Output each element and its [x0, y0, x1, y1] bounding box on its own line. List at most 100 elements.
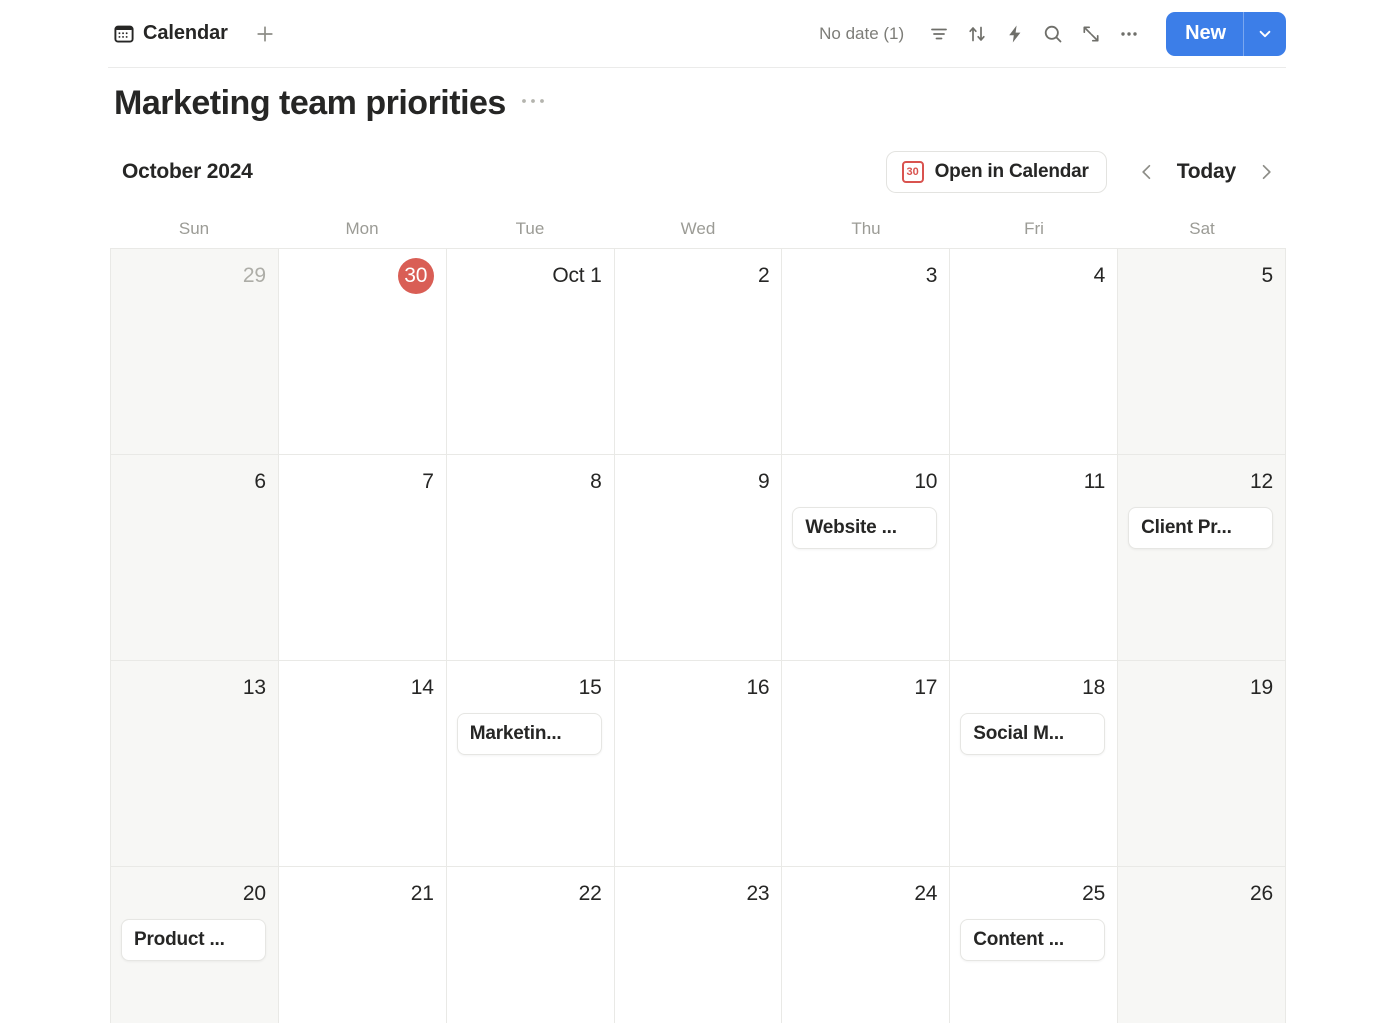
- weekday-label-fri: Fri: [1024, 219, 1044, 238]
- calendar-day-cell[interactable]: 14: [278, 661, 447, 867]
- calendar-day-cell[interactable]: 23: [614, 867, 783, 1023]
- calendar-day-cell[interactable]: 7: [278, 455, 447, 661]
- day-number: 12: [1250, 470, 1273, 493]
- day-number: 26: [1250, 882, 1273, 905]
- calendar-day-cell[interactable]: 2: [614, 249, 783, 455]
- month-label: October 2024: [122, 160, 253, 183]
- event-chip[interactable]: Client Pr...: [1128, 507, 1273, 549]
- calendar-day-cell[interactable]: 24: [782, 867, 951, 1023]
- day-number-row: 14: [289, 671, 434, 705]
- calendar-day-cell[interactable]: 13: [111, 661, 279, 867]
- toolbar-actions: No date (1) New: [809, 11, 1286, 56]
- calendar-day-cell[interactable]: 11: [950, 455, 1119, 661]
- day-number-row: 3: [792, 259, 938, 293]
- new-button-label: New: [1185, 22, 1226, 44]
- day-number: 22: [578, 882, 602, 905]
- calendar-day-cell[interactable]: 4: [950, 249, 1119, 455]
- no-date-button[interactable]: No date (1): [809, 18, 914, 50]
- event-chip[interactable]: Website ...: [792, 507, 938, 549]
- day-number: 14: [410, 676, 434, 699]
- event-chip[interactable]: Social M...: [960, 713, 1106, 755]
- day-number: 25: [1082, 882, 1106, 905]
- event-chip[interactable]: Product ...: [121, 919, 266, 961]
- day-number-row: 8: [457, 465, 602, 499]
- day-number: 17: [914, 676, 938, 699]
- event-list: Marketin...: [456, 713, 602, 755]
- calendar-day-cell[interactable]: 5: [1118, 249, 1286, 455]
- day-number-row: 2: [625, 259, 770, 293]
- today-button[interactable]: Today: [1167, 154, 1246, 190]
- day-number: 13: [242, 676, 266, 699]
- day-number-row: 11: [960, 465, 1106, 499]
- sort-icon[interactable]: [958, 15, 996, 53]
- weekday-label-tue: Tue: [515, 219, 545, 238]
- calendar-day-cell[interactable]: 19: [1118, 661, 1286, 867]
- calendar-day-cell[interactable]: 20 Product ...: [111, 867, 279, 1023]
- calendar-grid: 29 30 Oct 1 2 3 4 5 6 7 8 9 10 Website ... 11 12 Client…: [110, 248, 1286, 1023]
- calendar-day-cell[interactable]: 21: [278, 867, 447, 1023]
- ellipsis-icon[interactable]: [1110, 15, 1148, 53]
- day-number: 23: [746, 882, 770, 905]
- calendar-icon: [114, 24, 134, 44]
- calendar-day-cell[interactable]: 9: [614, 455, 783, 661]
- day-number: 9: [757, 470, 770, 493]
- tab-calendar-label: Calendar: [143, 22, 228, 44]
- calendar-day-cell[interactable]: 10 Website ...: [782, 455, 951, 661]
- calendar-page: Calendar No date (1) New Marketing team …: [0, 0, 1400, 1023]
- tab-calendar[interactable]: Calendar: [108, 18, 234, 49]
- calendar-day-cell[interactable]: 17: [782, 661, 951, 867]
- event-list: Product ...: [121, 919, 266, 961]
- day-number: 24: [914, 882, 938, 905]
- weekday-header-row: Sun Mon Tue Wed Thu Fri Sat: [110, 210, 1286, 248]
- day-number-today: 30: [397, 258, 434, 294]
- plus-icon[interactable]: [250, 19, 280, 49]
- event-list: Content ...: [960, 919, 1106, 961]
- calendar-day-cell[interactable]: 12 Client Pr...: [1118, 455, 1286, 661]
- day-number-row: 30: [289, 258, 434, 294]
- top-toolbar: Calendar No date (1) New: [108, 0, 1286, 68]
- calendar-day-cell[interactable]: 3: [782, 249, 951, 455]
- weekday-label-thu: Thu: [851, 219, 881, 238]
- day-number-row: 19: [1128, 671, 1273, 705]
- new-button[interactable]: New: [1166, 11, 1286, 56]
- calendar-day-cell[interactable]: 22: [446, 867, 615, 1023]
- day-number: 16: [746, 676, 770, 699]
- calendar-day-cell[interactable]: 25 Content ...: [950, 867, 1119, 1023]
- day-number: 7: [422, 470, 434, 493]
- day-number-row: 4: [960, 259, 1106, 293]
- calendar-day-cell[interactable]: 30: [278, 249, 447, 455]
- day-number-row: 5: [1128, 259, 1274, 293]
- expand-collapse-icon[interactable]: [1072, 15, 1110, 53]
- page-title: Marketing team priorities: [114, 84, 506, 122]
- chevron-right-icon[interactable]: [1246, 152, 1286, 192]
- event-chip[interactable]: Marketin...: [456, 713, 602, 755]
- event-chip[interactable]: Content ...: [960, 919, 1106, 961]
- day-number-row: 7: [289, 465, 434, 499]
- calendar-day-cell[interactable]: 26: [1118, 867, 1286, 1023]
- day-number-row: 29: [121, 259, 266, 293]
- calendar-day-cell[interactable]: 18 Social M...: [950, 661, 1119, 867]
- day-number: 20: [242, 882, 266, 905]
- calendar-day-cell[interactable]: 8: [446, 455, 615, 661]
- lightning-bolt-icon[interactable]: [996, 15, 1034, 53]
- calendar-day-cell[interactable]: 29: [111, 249, 279, 455]
- day-number-row: 22: [457, 877, 602, 911]
- page-title-row: Marketing team priorities: [114, 84, 546, 123]
- day-number-row: 6: [121, 465, 266, 499]
- filter-icon[interactable]: [920, 15, 958, 53]
- chevron-down-icon[interactable]: [1244, 12, 1286, 56]
- day-number-row: 13: [121, 671, 266, 705]
- calendar-day-cell[interactable]: 16: [614, 661, 783, 867]
- calendar-day-cell[interactable]: 15 Marketin...: [446, 661, 615, 867]
- weekday-label-mon: Mon: [345, 219, 379, 238]
- search-icon[interactable]: [1034, 15, 1072, 53]
- day-number-row: 9: [625, 465, 770, 499]
- calendar-day-cell[interactable]: Oct 1: [446, 249, 615, 455]
- calendar-day-cell[interactable]: 6: [111, 455, 279, 661]
- chevron-left-icon[interactable]: [1127, 152, 1167, 192]
- day-number-row: 17: [792, 671, 937, 705]
- open-in-calendar-button[interactable]: 30 Open in Calendar: [885, 151, 1107, 193]
- page-title-ellipsis-icon[interactable]: [520, 92, 546, 116]
- day-number-row: 12: [1128, 465, 1273, 499]
- day-number: 15: [578, 676, 602, 699]
